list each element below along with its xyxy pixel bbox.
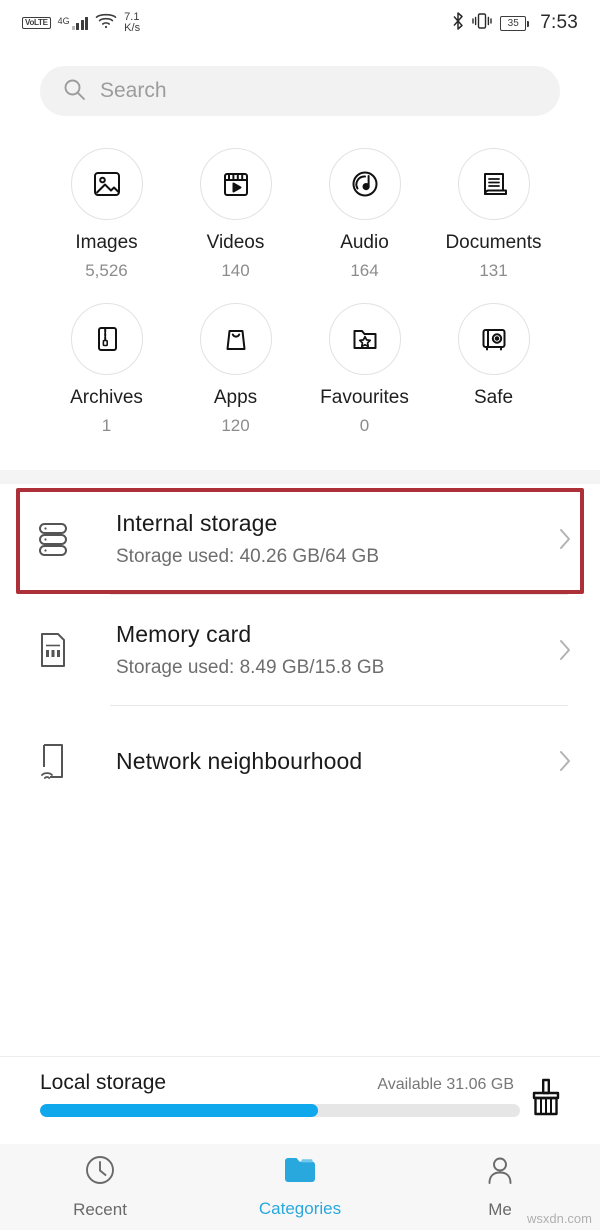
storage-item-subtitle: Storage used: 8.49 GB/15.8 GB <box>116 657 385 678</box>
video-icon <box>199 148 272 220</box>
category-label: Documents <box>445 232 542 253</box>
chevron-right-icon[interactable] <box>554 747 576 775</box>
nav-label: Me <box>488 1200 512 1219</box>
category-label: Images <box>75 232 138 253</box>
category-row-1: Images 5,526 Videos 140 Audio 164 Docume… <box>0 148 600 281</box>
local-storage-header: Local storage Available 31.06 GB <box>0 1057 600 1095</box>
category-count: 120 <box>221 416 250 435</box>
storage-item-text: Network neighbourhood <box>92 748 554 775</box>
category-favourites[interactable]: Favourites 0 <box>300 303 429 436</box>
storage-list: Internal storage Storage used: 40.26 GB/… <box>0 484 600 816</box>
safe-vault-icon <box>457 303 530 375</box>
category-videos[interactable]: Videos 140 <box>171 148 300 281</box>
image-icon <box>70 148 143 220</box>
storage-item-text: Memory card Storage used: 8.49 GB/15.8 G… <box>92 621 554 679</box>
category-documents[interactable]: Documents 131 <box>429 148 558 281</box>
category-label: Videos <box>206 232 265 253</box>
audio-disc-icon <box>328 148 401 220</box>
signal-bars-icon: 4G <box>58 16 89 30</box>
storage-item-memory-card[interactable]: Memory card Storage used: 8.49 GB/15.8 G… <box>0 595 600 705</box>
vibrate-icon <box>472 12 492 35</box>
category-count: 1 <box>101 416 112 435</box>
storage-item-title: Memory card <box>116 621 252 647</box>
favourite-folder-star-icon <box>328 303 401 375</box>
folder-icon <box>283 1155 317 1190</box>
storage-item-title: Network neighbourhood <box>116 747 363 774</box>
bottom-navigation: Recent Categories Me <box>0 1144 600 1230</box>
status-bar-left: VoLTE 4G 7.1 K/s <box>22 12 140 34</box>
category-label: Archives <box>70 387 143 408</box>
category-apps[interactable]: Apps 120 <box>171 303 300 436</box>
bluetooth-icon <box>452 11 464 35</box>
document-icon <box>457 148 530 220</box>
nav-label: Recent <box>73 1200 127 1219</box>
nav-item-categories[interactable]: Categories <box>200 1155 400 1219</box>
storage-item-internal[interactable]: Internal storage Storage used: 40.26 GB/… <box>0 484 600 594</box>
storage-item-network-neighbourhood[interactable]: Network neighbourhood <box>0 706 600 816</box>
storage-progress-fill <box>40 1104 319 1117</box>
archive-zip-icon <box>70 303 143 375</box>
local-storage-summary: Local storage Available 31.06 GB <box>0 1056 600 1144</box>
storage-item-subtitle: Storage used: 40.26 GB/64 GB <box>116 546 380 567</box>
category-label: Apps <box>213 387 258 408</box>
watermark: wsxdn.com <box>526 1211 592 1226</box>
category-images[interactable]: Images 5,526 <box>42 148 171 281</box>
category-label: Safe <box>473 387 514 408</box>
category-grid: Images 5,526 Videos 140 Audio 164 Docume… <box>0 148 600 436</box>
search-placeholder: Search <box>100 79 167 102</box>
battery-icon: 35 <box>500 15 529 31</box>
local-storage-title: Local storage <box>40 1071 167 1094</box>
search-bar-container[interactable]: Search <box>40 66 560 116</box>
volte-badge: VoLTE <box>22 17 51 29</box>
status-bar-right: 35 7:53 <box>452 11 578 35</box>
chevron-right-icon[interactable] <box>554 525 576 553</box>
category-row-2: Archives 1 Apps 120 Favourites 0 Safe <box>0 303 600 436</box>
network-neighbourhood-icon <box>36 741 92 781</box>
person-icon <box>484 1154 516 1191</box>
data-rate: 7.1 K/s <box>124 12 140 34</box>
storage-progress-bar <box>40 1104 520 1117</box>
category-count: 140 <box>221 261 250 280</box>
storage-item-text: Internal storage Storage used: 40.26 GB/… <box>92 510 554 568</box>
memory-card-icon <box>36 630 92 670</box>
category-audio[interactable]: Audio 164 <box>300 148 429 281</box>
status-bar-clock: 7:53 <box>540 12 578 33</box>
section-separator <box>0 470 600 484</box>
nav-label: Categories <box>258 1199 342 1218</box>
storage-item-title: Internal storage <box>116 510 278 536</box>
file-manager-screen: VoLTE 4G 7.1 K/s 35 7:53 Search Images 5… <box>0 0 600 1230</box>
category-label: Favourites <box>320 387 409 408</box>
category-count: 131 <box>479 261 508 280</box>
broom-cleanup-icon[interactable] <box>526 1076 566 1125</box>
category-label: Audio <box>340 232 389 253</box>
category-count: 164 <box>350 261 379 280</box>
status-bar: VoLTE 4G 7.1 K/s 35 7:53 <box>0 0 600 46</box>
chevron-right-icon[interactable] <box>554 636 576 664</box>
network-type-label: 4G <box>57 16 70 26</box>
search-icon <box>62 77 86 106</box>
wifi-icon <box>95 12 117 34</box>
internal-storage-stack-icon <box>36 519 92 559</box>
nav-item-recent[interactable]: Recent <box>0 1154 200 1220</box>
category-archives[interactable]: Archives 1 <box>42 303 171 436</box>
data-rate-unit: K/s <box>124 22 141 34</box>
clock-icon <box>84 1154 116 1191</box>
category-count: 5,526 <box>85 261 128 280</box>
search-input[interactable]: Search <box>40 66 560 116</box>
category-safe[interactable]: Safe <box>429 303 558 436</box>
apps-bag-icon <box>199 303 272 375</box>
category-count: 0 <box>359 416 370 435</box>
battery-level: 35 <box>507 17 519 29</box>
